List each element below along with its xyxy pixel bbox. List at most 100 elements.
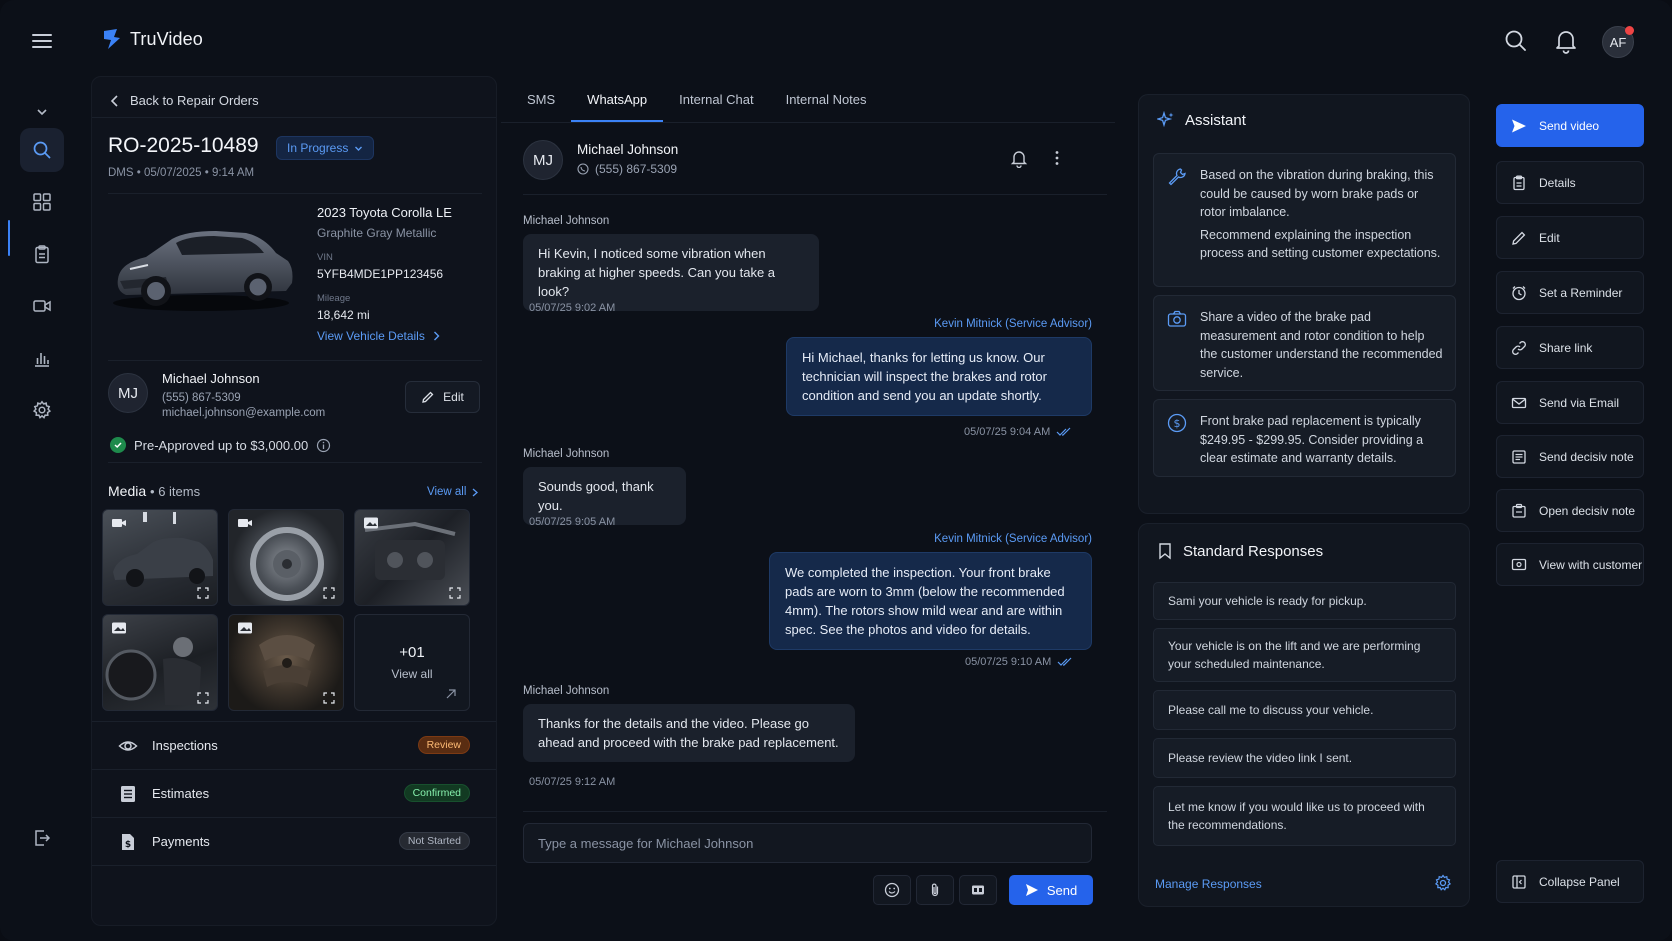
assistant-suggestion-card[interactable]: Share a video of the brake pad measureme…	[1153, 295, 1456, 391]
estimates-row[interactable]: Estimates Confirmed	[92, 769, 496, 817]
search-icon[interactable]	[1503, 28, 1529, 54]
expand-icon[interactable]	[323, 587, 335, 599]
message-timestamp: 05/07/25 9:02 AM	[529, 302, 616, 314]
edit-customer-button[interactable]: Edit	[405, 381, 480, 413]
message-sender: Michael Johnson	[523, 215, 610, 227]
media-view-all-link[interactable]: View all	[427, 486, 479, 498]
app-name: TruVideo	[130, 28, 203, 49]
manage-responses-link[interactable]: Manage Responses	[1155, 877, 1262, 891]
back-to-orders-link[interactable]: Back to Repair Orders	[110, 93, 259, 108]
notification-dot	[1625, 26, 1634, 35]
bell-icon[interactable]	[1009, 148, 1029, 168]
media-header: Media • 6 items	[108, 483, 201, 499]
sparkle-icon	[1157, 111, 1174, 128]
info-icon[interactable]	[316, 438, 331, 453]
document-list-icon	[121, 786, 135, 802]
attach-button[interactable]	[916, 875, 954, 905]
assistant-suggestion-card[interactable]: Based on the vibration during braking, t…	[1153, 153, 1456, 287]
standard-response-item[interactable]: Let me know if you would like us to proc…	[1153, 786, 1456, 846]
media-thumb-image[interactable]	[228, 614, 344, 711]
set-reminder-button[interactable]: Set a Reminder	[1496, 271, 1644, 314]
nav-reports[interactable]	[20, 336, 64, 380]
invoice-dollar-icon: $	[122, 834, 134, 850]
nav-settings[interactable]	[20, 388, 64, 432]
view-with-customer-button[interactable]: View with customer	[1496, 543, 1644, 586]
edit-button[interactable]: Edit	[1496, 216, 1644, 259]
vehicle-color: Graphite Gray Metallic	[317, 226, 437, 240]
tab-sms[interactable]: SMS	[511, 76, 571, 122]
bar-chart-icon	[35, 353, 49, 367]
dollar-icon: $	[1167, 413, 1187, 433]
mileage-label: Mileage	[317, 293, 351, 304]
expand-icon[interactable]	[323, 692, 335, 704]
send-label: Send	[1046, 882, 1078, 898]
assistant-suggestion-text: Front brake pad replacement is typically…	[1200, 414, 1424, 465]
standard-response-item[interactable]: Please review the video link I sent.	[1153, 738, 1456, 778]
divider	[92, 117, 496, 118]
expand-icon[interactable]	[197, 587, 209, 599]
image-badge-icon	[364, 517, 378, 529]
app-logo[interactable]: TruVideo	[102, 28, 203, 50]
tab-whatsapp[interactable]: WhatsApp	[571, 76, 664, 122]
send-decisiv-note-button[interactable]: Send decisiv note	[1496, 435, 1644, 478]
vin-value: 5YFB4MDE1PP123456	[317, 267, 444, 281]
tab-internal-chat[interactable]: Internal Chat	[663, 76, 769, 122]
expand-icon[interactable]	[197, 692, 209, 704]
edit-label: Edit	[1539, 230, 1560, 245]
template-button[interactable]	[959, 875, 997, 905]
customer-avatar: MJ	[108, 373, 148, 413]
view-vehicle-details-link[interactable]: View Vehicle Details	[317, 329, 440, 343]
share-link-button[interactable]: Share link	[1496, 326, 1644, 369]
media-view-all-tile[interactable]: +01 View all	[354, 614, 470, 711]
standard-response-item[interactable]: Please call me to discuss your vehicle.	[1153, 690, 1456, 730]
media-thumb-image[interactable]	[102, 614, 218, 711]
vehicle-info: 2023 Toyota Corolla LE Graphite Gray Met…	[317, 205, 492, 322]
inspections-row[interactable]: Inspections Review	[92, 721, 496, 769]
media-thumb-video[interactable]	[102, 509, 218, 606]
status-label: In Progress	[287, 141, 349, 155]
emoji-button[interactable]	[873, 875, 911, 905]
send-video-button[interactable]: Send video	[1496, 104, 1644, 147]
assistant-suggestion-card[interactable]: $ Front brake pad replacement is typical…	[1153, 399, 1456, 477]
repair-order-meta: DMS • 05/07/2025 • 9:14 AM	[108, 167, 255, 179]
wrench-icon	[1168, 168, 1186, 186]
bell-icon[interactable]	[1553, 28, 1579, 54]
media-thumb-image[interactable]	[354, 509, 470, 606]
send-via-email-button[interactable]: Send via Email	[1496, 381, 1644, 424]
standard-response-item[interactable]: Sami your vehicle is ready for pickup.	[1153, 582, 1456, 620]
message-input[interactable]	[523, 823, 1092, 863]
collapse-icon	[1512, 874, 1526, 889]
send-decisiv-note-label: Send decisiv note	[1539, 449, 1634, 464]
collapse-panel-button[interactable]: Collapse Panel	[1496, 860, 1644, 903]
open-decisiv-note-button[interactable]: Open decisiv note	[1496, 489, 1644, 532]
chevron-left-icon	[110, 94, 118, 107]
payments-row[interactable]: $ Payments Not Started	[92, 817, 496, 865]
more-vertical-icon[interactable]	[1047, 148, 1067, 168]
send-video-label: Send video	[1539, 118, 1600, 133]
repair-order-number: RO-2025-10489	[108, 134, 259, 157]
nav-videos[interactable]	[20, 284, 64, 328]
bookmark-icon	[1159, 543, 1171, 560]
send-icon	[1512, 119, 1526, 132]
media-thumb-video[interactable]	[228, 509, 344, 606]
menu-icon[interactable]	[30, 30, 54, 54]
open-decisiv-note-label: Open decisiv note	[1539, 503, 1636, 518]
vehicle-details-label: View Vehicle Details	[317, 329, 425, 343]
status-dropdown[interactable]: In Progress	[276, 136, 375, 160]
read-receipt-icon	[1056, 427, 1071, 436]
gear-icon[interactable]	[1434, 874, 1452, 892]
message-timestamp-row: 05/07/25 9:04 AM	[964, 426, 1072, 438]
details-button[interactable]: Details	[1496, 161, 1644, 204]
nav-logout[interactable]	[20, 816, 64, 860]
tab-internal-notes[interactable]: Internal Notes	[770, 76, 883, 122]
expand-icon[interactable]	[449, 587, 461, 599]
nav-orders[interactable]	[20, 232, 64, 276]
message-sender: Michael Johnson	[523, 448, 610, 460]
send-button[interactable]: Send	[1009, 875, 1093, 905]
media-count: 6 items	[158, 484, 201, 499]
assistant-title: Assistant	[1185, 111, 1246, 129]
nav-dashboard[interactable]	[20, 180, 64, 224]
standard-response-item[interactable]: Your vehicle is on the lift and we are p…	[1153, 628, 1456, 682]
nav-search[interactable]	[20, 128, 64, 172]
view-all-label: View all	[427, 486, 467, 498]
